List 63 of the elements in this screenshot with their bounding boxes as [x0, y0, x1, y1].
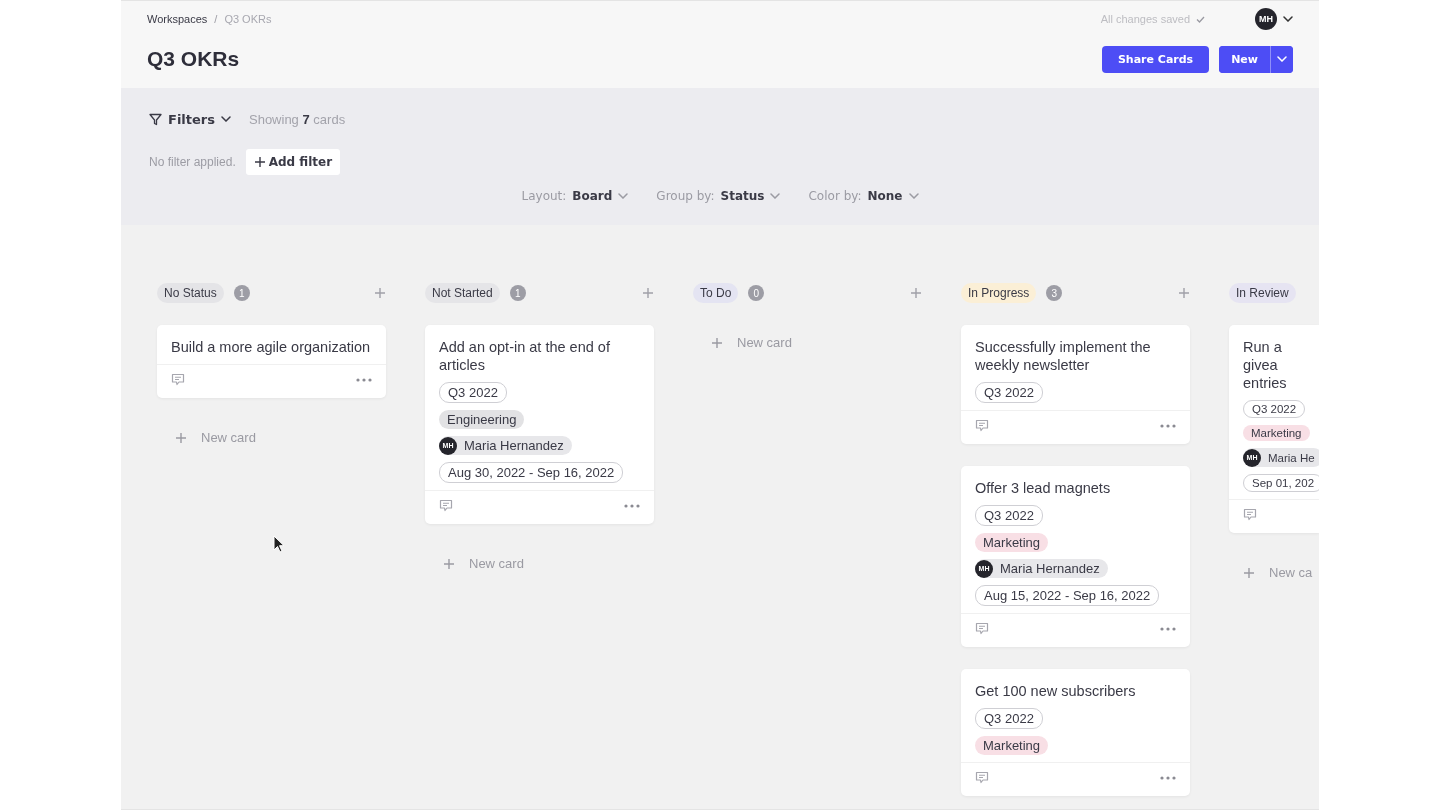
comment-icon[interactable] — [1243, 508, 1257, 521]
plus-icon[interactable] — [253, 156, 266, 168]
tag: Marketing — [975, 736, 1049, 755]
breadcrumb-separator: / — [214, 13, 218, 25]
card-title: Get 100 new subscribers — [975, 682, 1136, 700]
chevron-down-icon — [221, 116, 231, 122]
card-title: Offer 3 lead magnets — [975, 479, 1111, 497]
tag: Marketing — [1243, 425, 1310, 441]
more-icon[interactable] — [1160, 423, 1176, 428]
tag: Q3 2022 — [439, 382, 507, 403]
tag: Engineering — [439, 410, 525, 429]
card[interactable]: Successfully implement the weekly newsletter Q3 2022 — [961, 325, 1190, 444]
view-option-dropdown[interactable]: Group by: Status — [656, 189, 781, 203]
tag: Q3 2022 — [975, 505, 1043, 526]
cursor-icon — [273, 535, 285, 553]
count-badge: 1 — [233, 285, 250, 301]
comment-icon[interactable] — [171, 373, 185, 386]
tag: Marketing — [975, 533, 1049, 552]
more-icon[interactable] — [1160, 775, 1176, 780]
add-filter-button[interactable]: Add filter — [245, 149, 341, 175]
tag: Q3 2022 — [975, 382, 1043, 403]
count-badge: 0 — [748, 285, 765, 301]
card-count-text: Showing 7 cards — [249, 111, 346, 127]
filter-note: No filter applied. — [149, 155, 236, 169]
comment-icon[interactable] — [975, 419, 989, 432]
comment-icon[interactable] — [439, 499, 453, 512]
status-label: In Progress — [961, 283, 1037, 303]
dropdown-button[interactable] — [1270, 45, 1293, 73]
status-label: Not Started — [425, 283, 500, 303]
chevron-down-icon — [1277, 56, 1287, 62]
status-label: In Review — [1229, 283, 1296, 303]
chevron-down-icon — [770, 193, 781, 199]
breadcrumb-current: Q3 OKRs — [224, 13, 272, 25]
more-icon[interactable] — [1160, 626, 1176, 631]
card-title: Run a givea entries — [1243, 338, 1288, 392]
check-icon — [1196, 15, 1205, 23]
tag: Aug 15, 2022 - Sep 16, 2022 — [975, 585, 1160, 606]
more-icon[interactable] — [624, 503, 640, 508]
chevron-down-icon — [908, 193, 919, 199]
breadcrumb-link[interactable]: Workspaces — [147, 13, 208, 25]
chevron-down-icon — [618, 193, 629, 199]
chevron-down-icon — [1283, 16, 1293, 22]
page-title: Q3 OKRs — [147, 47, 240, 71]
count-badge: 3 — [1046, 285, 1063, 301]
more-icon[interactable] — [356, 377, 372, 382]
comment-icon[interactable] — [975, 771, 989, 784]
card-title: Add an opt-in at the end of articles — [439, 338, 611, 374]
status-label: To Do — [693, 283, 739, 303]
card-title: Build a more agile organization — [171, 338, 371, 356]
view-option-dropdown[interactable]: Color by: None — [808, 189, 919, 203]
comment-icon[interactable] — [975, 622, 989, 635]
status-label: No Status — [157, 283, 224, 303]
tag: Q3 2022 — [975, 708, 1043, 729]
filter-icon — [149, 112, 162, 126]
card-title: Successfully implement the weekly newsletter — [975, 338, 1152, 374]
filters-button[interactable]: Filters — [149, 111, 231, 127]
count-badge: 1 — [509, 285, 526, 301]
view-option-dropdown[interactable]: Layout: Board — [521, 189, 629, 203]
user-avatar[interactable]: MH — [1255, 8, 1277, 30]
card[interactable]: Build a more agile organization — [157, 325, 386, 398]
share-button[interactable]: Share Cards — [1101, 45, 1210, 73]
card[interactable]: Get 100 new subscribers Q3 2022 Marketing — [961, 669, 1190, 796]
tag: Aug 30, 2022 - Sep 16, 2022 — [439, 462, 624, 483]
